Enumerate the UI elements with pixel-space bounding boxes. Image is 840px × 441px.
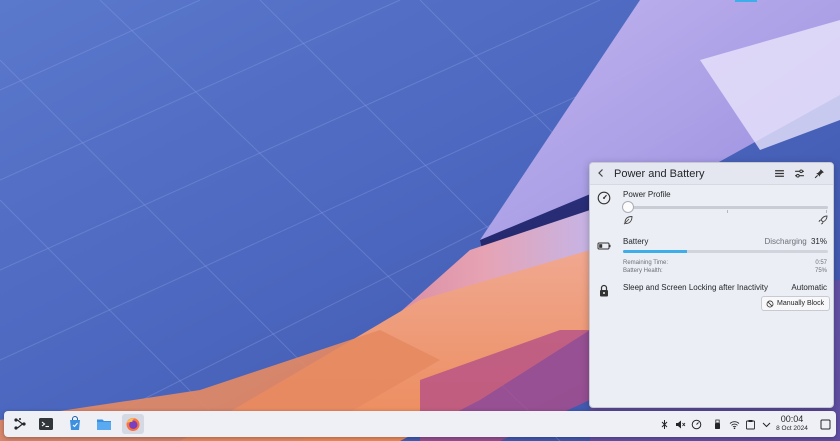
leaf-icon xyxy=(623,215,633,225)
pin-icon[interactable] xyxy=(811,166,827,182)
chevron-down-icon[interactable] xyxy=(760,417,772,431)
firefox-icon[interactable] xyxy=(122,414,144,434)
slider-tick xyxy=(826,210,827,213)
clock-date: 8 Oct 2024 xyxy=(776,425,808,432)
file-manager-icon[interactable] xyxy=(93,414,115,434)
hamburger-icon[interactable] xyxy=(771,166,787,182)
power-battery-tray-icon[interactable] xyxy=(690,417,702,431)
battery-level-bar xyxy=(623,250,828,253)
manually-block-button[interactable]: Manually Block xyxy=(761,296,830,311)
remaining-time-value: 0:57 xyxy=(815,260,827,266)
battery-health-value: 75% xyxy=(814,268,827,274)
power-profile-label: Power Profile xyxy=(623,190,671,199)
battery-status: Discharging 31% xyxy=(765,237,828,246)
usb-drive-icon[interactable] xyxy=(711,417,723,431)
popup-header: Power and Battery xyxy=(590,163,833,185)
battery-label: Battery xyxy=(623,237,649,246)
power-profile-slider-track[interactable] xyxy=(625,206,828,209)
sleep-lock-value: Automatic xyxy=(791,283,827,292)
rocket-icon xyxy=(818,215,828,225)
battery-percent: 31% xyxy=(810,237,827,246)
battery-level-fill xyxy=(623,250,687,253)
popup-title: Power and Battery xyxy=(614,167,705,180)
manually-block-label: Manually Block xyxy=(777,300,825,307)
clock-time: 00:04 xyxy=(780,414,804,424)
active-tray-indicator xyxy=(735,0,757,2)
clipboard-icon[interactable] xyxy=(744,417,756,431)
chevron-left-icon[interactable] xyxy=(596,167,608,181)
sleep-lock-label: Sleep and Screen Locking after Inactivit… xyxy=(623,283,768,292)
taskbar: 00:04 8 Oct 2024 xyxy=(4,411,836,437)
sliders-icon[interactable] xyxy=(791,166,807,182)
battery-health-label: Battery Health: xyxy=(623,268,663,274)
wifi-icon[interactable] xyxy=(728,417,740,431)
digital-clock[interactable]: 00:04 8 Oct 2024 xyxy=(772,414,812,433)
terminal-icon[interactable] xyxy=(35,414,57,434)
discover-icon[interactable] xyxy=(64,414,86,434)
battery-icon xyxy=(597,239,611,253)
power-profile-slider-handle[interactable] xyxy=(622,201,634,213)
volume-muted-icon[interactable] xyxy=(674,417,686,431)
slider-tick xyxy=(727,210,728,213)
power-battery-popup: Power and Battery Power Profile Battery … xyxy=(589,162,834,408)
gauge-icon xyxy=(597,191,611,205)
remaining-time-label: Remaining Time: xyxy=(623,260,669,266)
device-connect-icon[interactable] xyxy=(658,417,670,431)
block-icon xyxy=(766,300,774,307)
application-launcher-icon[interactable] xyxy=(9,414,31,434)
battery-status-text: Discharging xyxy=(764,237,807,246)
show-desktop-icon[interactable] xyxy=(819,417,831,431)
lock-icon xyxy=(597,284,611,298)
